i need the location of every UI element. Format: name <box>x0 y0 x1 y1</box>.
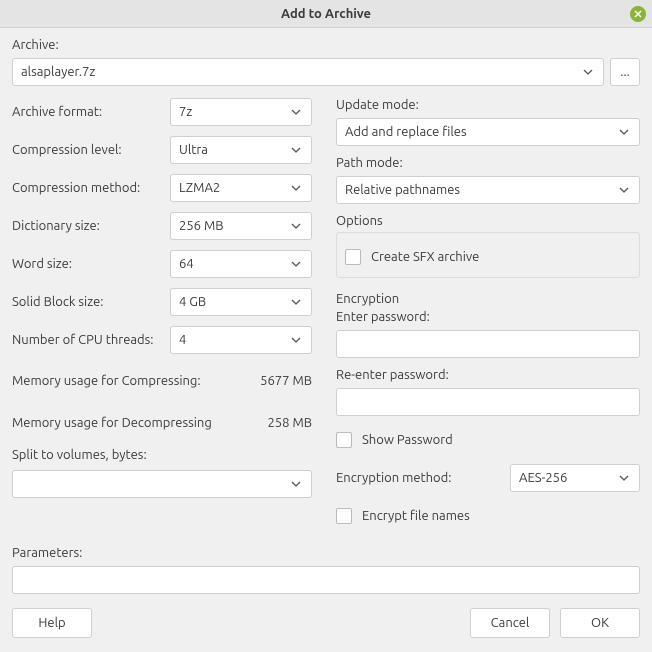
password-confirm-input[interactable] <box>336 388 640 416</box>
dict-value: 256 MB <box>179 219 224 233</box>
update-value: Add and replace files <box>345 125 467 139</box>
chevron-down-icon <box>617 125 631 139</box>
pass1-label: Enter password: <box>336 310 640 324</box>
ok-label: OK <box>591 616 609 630</box>
mem-decomp-value: 258 MB <box>267 416 312 430</box>
encryption-label: Encryption <box>336 292 640 306</box>
mem-decomp-label: Memory usage for Decompressing <box>12 416 212 430</box>
params-input[interactable] <box>12 566 640 594</box>
chevron-down-icon <box>289 295 303 309</box>
block-select[interactable]: 4 GB <box>170 288 312 316</box>
browse-button[interactable]: ... <box>610 58 640 86</box>
encryption-group: Enter password: Re-enter password: Show … <box>336 310 640 530</box>
block-value: 4 GB <box>179 295 206 309</box>
format-label: Archive format: <box>12 105 170 119</box>
showpass-checkbox[interactable] <box>336 432 352 448</box>
chevron-down-icon <box>289 257 303 271</box>
chevron-down-icon <box>289 333 303 347</box>
archive-name-value: alsaplayer.7z <box>21 65 575 79</box>
chevron-down-icon <box>289 477 303 491</box>
help-label: Help <box>38 616 65 630</box>
pass2-label: Re-enter password: <box>336 368 640 382</box>
chevron-down-icon <box>289 143 303 157</box>
method-value: LZMA2 <box>179 181 220 195</box>
path-value: Relative pathnames <box>345 183 460 197</box>
chevron-down-icon <box>289 105 303 119</box>
password-input[interactable] <box>336 330 640 358</box>
path-label: Path mode: <box>336 156 640 170</box>
encnames-checkbox[interactable] <box>336 508 352 524</box>
chevron-down-icon <box>289 181 303 195</box>
method-select[interactable]: LZMA2 <box>170 174 312 202</box>
cancel-label: Cancel <box>491 616 530 630</box>
encnames-label: Encrypt file names <box>362 509 470 523</box>
chevron-down-icon <box>289 219 303 233</box>
dict-label: Dictionary size: <box>12 219 170 233</box>
split-label: Split to volumes, bytes: <box>12 448 147 462</box>
level-value: Ultra <box>179 143 208 157</box>
encmethod-select[interactable]: AES-256 <box>510 464 640 492</box>
word-label: Word size: <box>12 257 170 271</box>
archive-label: Archive: <box>12 38 640 52</box>
window-title: Add to Archive <box>281 7 371 21</box>
update-select[interactable]: Add and replace files <box>336 118 640 146</box>
dict-select[interactable]: 256 MB <box>170 212 312 240</box>
level-select[interactable]: Ultra <box>170 136 312 164</box>
titlebar: Add to Archive <box>0 0 652 28</box>
threads-value: 4 <box>179 333 186 347</box>
format-select[interactable]: 7z <box>170 98 312 126</box>
threads-label: Number of CPU threads: <box>12 333 170 347</box>
word-select[interactable]: 64 <box>170 250 312 278</box>
split-combo[interactable] <box>12 470 312 498</box>
cancel-button[interactable]: Cancel <box>470 608 550 638</box>
method-label: Compression method: <box>12 181 170 195</box>
update-label: Update mode: <box>336 98 640 112</box>
chevron-down-icon <box>581 65 595 79</box>
options-label: Options <box>336 214 640 228</box>
path-select[interactable]: Relative pathnames <box>336 176 640 204</box>
level-label: Compression level: <box>12 143 170 157</box>
options-group: Create SFX archive <box>336 232 640 278</box>
block-label: Solid Block size: <box>12 295 170 309</box>
chevron-down-icon <box>617 471 631 485</box>
archive-name-combo[interactable]: alsaplayer.7z <box>12 58 604 86</box>
sfx-checkbox[interactable] <box>345 249 361 265</box>
close-icon <box>634 10 642 18</box>
encmethod-value: AES-256 <box>519 471 567 485</box>
threads-select[interactable]: 4 <box>170 326 312 354</box>
showpass-label: Show Password <box>362 433 453 447</box>
help-button[interactable]: Help <box>12 608 92 638</box>
chevron-down-icon <box>617 183 631 197</box>
browse-label: ... <box>620 65 630 79</box>
word-value: 64 <box>179 257 194 271</box>
mem-comp-value: 5677 MB <box>260 374 312 388</box>
encmethod-label: Encryption method: <box>336 471 498 485</box>
format-value: 7z <box>179 105 192 119</box>
mem-comp-label: Memory usage for Compressing: <box>12 374 201 388</box>
sfx-label: Create SFX archive <box>371 250 479 264</box>
close-button[interactable] <box>630 6 646 22</box>
params-label: Parameters: <box>12 546 82 560</box>
ok-button[interactable]: OK <box>560 608 640 638</box>
